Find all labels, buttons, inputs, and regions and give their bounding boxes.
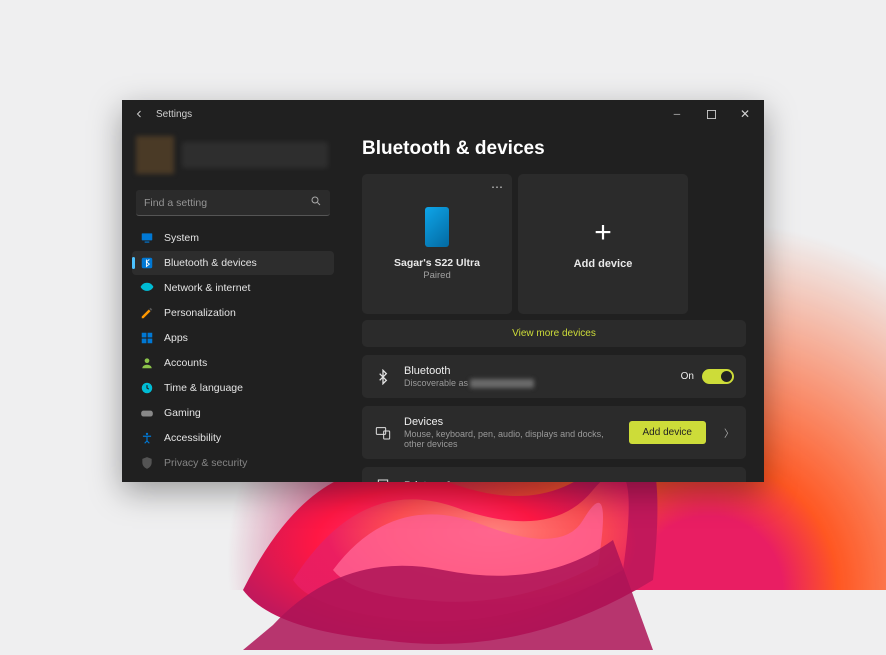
sidebar-item-privacy[interactable]: Privacy & security	[132, 451, 334, 475]
apps-icon	[140, 331, 154, 345]
device-name: Sagar's S22 Ultra	[394, 257, 480, 269]
paired-device-card[interactable]: ⋯ Sagar's S22 Ultra Paired	[362, 174, 512, 314]
devices-row-icon	[374, 424, 392, 442]
maximize-button[interactable]	[694, 100, 728, 128]
bluetooth-toggle[interactable]	[702, 369, 734, 384]
sidebar-item-time[interactable]: Time & language	[132, 376, 334, 400]
settings-window: Settings ─ ✕ Sys	[122, 100, 764, 482]
nav-label: System	[164, 232, 199, 244]
nav-label: Apps	[164, 332, 188, 344]
avatar	[136, 136, 174, 174]
device-more-button[interactable]: ⋯	[491, 180, 504, 194]
nav-label: Privacy & security	[164, 457, 247, 469]
gaming-icon	[140, 406, 154, 420]
nav-label: Accounts	[164, 357, 207, 369]
device-status: Paired	[423, 270, 450, 281]
device-cards: ⋯ Sagar's S22 Ultra Paired + Add device	[362, 174, 746, 314]
bluetooth-row-subtitle: Discoverable as	[404, 378, 669, 388]
close-button[interactable]: ✕	[728, 100, 762, 128]
accessibility-icon	[140, 431, 154, 445]
devices-row-title: Devices	[404, 416, 617, 428]
nav-label: Gaming	[164, 407, 201, 419]
sidebar: System Bluetooth & devices Network & int…	[122, 128, 344, 482]
toggle-label: On	[681, 371, 694, 382]
window-controls: ─ ✕	[660, 100, 762, 128]
devices-row-subtitle: Mouse, keyboard, pen, audio, displays an…	[404, 429, 617, 449]
personalization-icon	[140, 306, 154, 320]
nav-label: Accessibility	[164, 432, 221, 444]
devices-row[interactable]: Devices Mouse, keyboard, pen, audio, dis…	[362, 406, 746, 459]
blurred-device-name	[470, 379, 534, 388]
bluetooth-row-title: Bluetooth	[404, 365, 669, 377]
nav-label: Time & language	[164, 382, 243, 394]
network-icon	[140, 281, 154, 295]
search-input[interactable]	[144, 197, 310, 209]
sidebar-item-system[interactable]: System	[132, 226, 334, 250]
user-profile[interactable]	[132, 134, 334, 184]
bluetooth-row-icon	[374, 368, 392, 386]
add-device-card[interactable]: + Add device	[518, 174, 688, 314]
bluetooth-icon	[140, 256, 154, 270]
page-title: Bluetooth & devices	[362, 138, 746, 160]
accounts-icon	[140, 356, 154, 370]
view-more-devices-button[interactable]: View more devices	[362, 320, 746, 347]
chevron-right-icon: 〉	[724, 425, 734, 440]
nav-list: System Bluetooth & devices Network & int…	[132, 226, 334, 475]
add-device-button[interactable]: Add device	[629, 421, 706, 444]
nav-label: Network & internet	[164, 282, 250, 294]
sidebar-item-gaming[interactable]: Gaming	[132, 401, 334, 425]
sidebar-item-accessibility[interactable]: Accessibility	[132, 426, 334, 450]
phone-icon	[425, 207, 449, 247]
privacy-icon	[140, 456, 154, 470]
main-content: Bluetooth & devices ⋯ Sagar's S22 Ultra …	[344, 128, 764, 482]
search-box[interactable]	[136, 190, 330, 216]
nav-label: Bluetooth & devices	[164, 257, 257, 269]
system-icon	[140, 231, 154, 245]
back-button[interactable]	[132, 107, 146, 121]
sidebar-item-network[interactable]: Network & internet	[132, 276, 334, 300]
titlebar: Settings ─ ✕	[122, 100, 764, 128]
minimize-button[interactable]: ─	[660, 100, 694, 128]
time-icon	[140, 381, 154, 395]
plus-icon: +	[594, 218, 612, 248]
sidebar-item-personalization[interactable]: Personalization	[132, 301, 334, 325]
window-title: Settings	[156, 109, 192, 120]
add-device-label: Add device	[574, 258, 633, 270]
printers-row[interactable]: Printers & scanners	[362, 467, 746, 482]
profile-text-blurred	[182, 142, 328, 168]
bluetooth-toggle-row: Bluetooth Discoverable as On	[362, 355, 746, 398]
printers-row-title: Printers & scanners	[404, 480, 734, 482]
sidebar-item-accounts[interactable]: Accounts	[132, 351, 334, 375]
nav-label: Personalization	[164, 307, 236, 319]
printers-row-icon	[374, 477, 392, 482]
sidebar-item-bluetooth[interactable]: Bluetooth & devices	[132, 251, 334, 275]
sidebar-item-apps[interactable]: Apps	[132, 326, 334, 350]
search-icon	[310, 194, 322, 212]
